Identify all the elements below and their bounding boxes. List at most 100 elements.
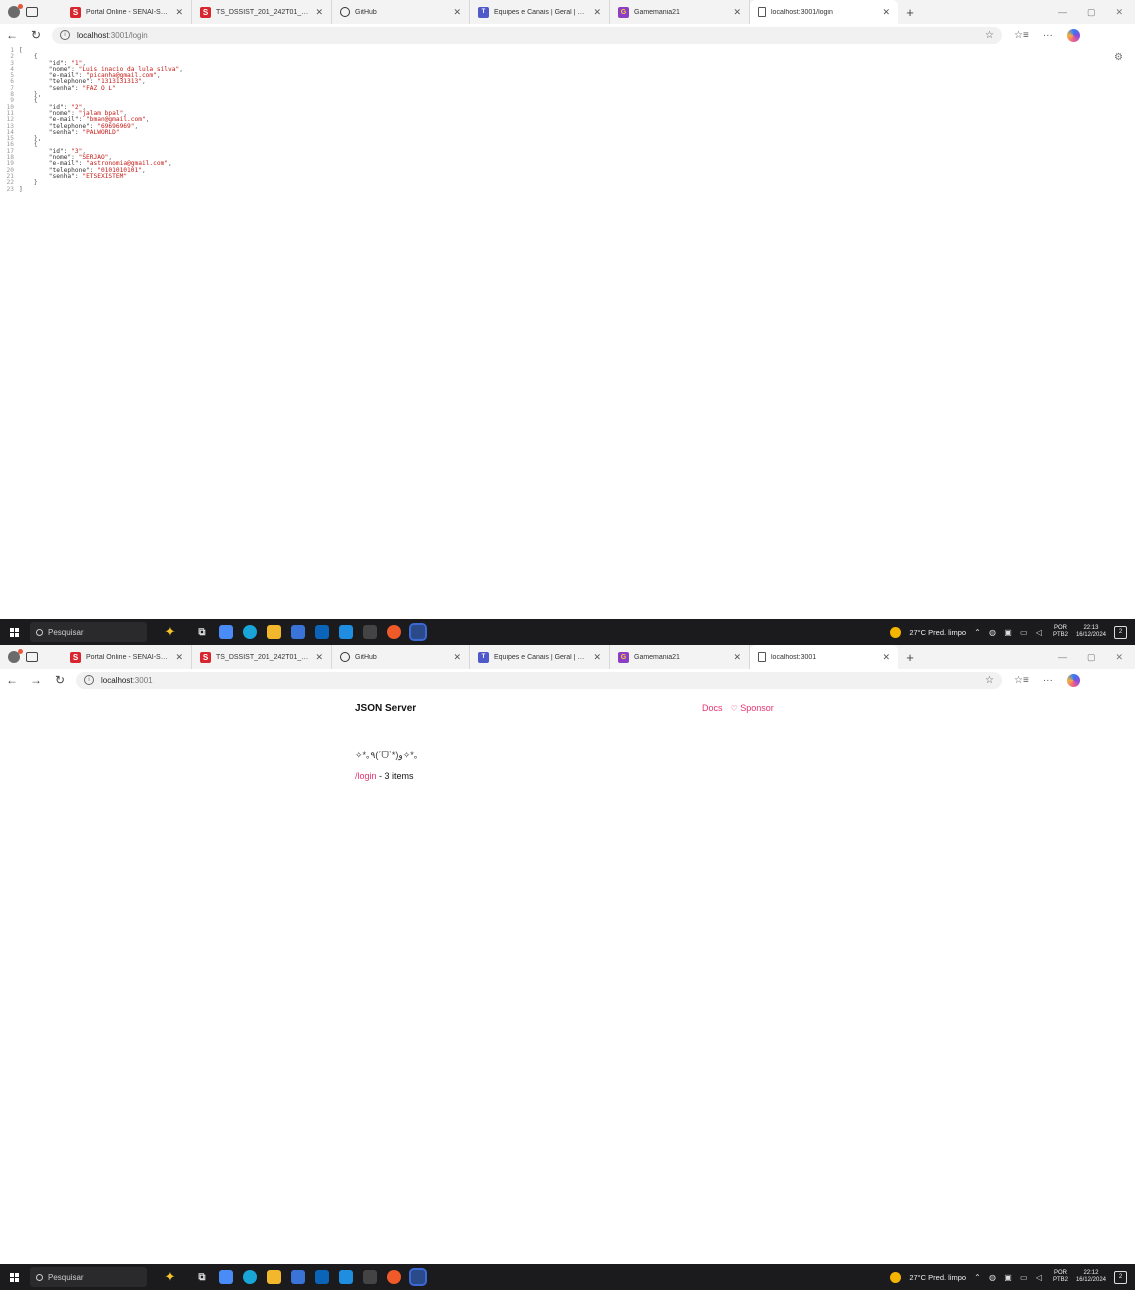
copilot-app-icon[interactable]	[219, 625, 233, 639]
copilot-sparkle-icon[interactable]: ✦	[155, 624, 185, 640]
favorites-icon[interactable]: ☆≡	[1014, 30, 1029, 41]
weather-text[interactable]: 27°C Pred. limpo	[909, 628, 966, 637]
tab-senai-home[interactable]: S Portal Online - SENAI-SP - Home ✕	[62, 645, 192, 669]
outlook-icon[interactable]	[315, 1270, 329, 1284]
notifications-icon[interactable]: 2	[1114, 625, 1127, 639]
close-tab-icon[interactable]: ✕	[733, 652, 741, 663]
weather-icon[interactable]	[890, 1271, 902, 1283]
tab-localhost-login[interactable]: localhost:3001/login ✕	[750, 0, 898, 24]
language-indicator[interactable]: POR PTB2	[1053, 625, 1068, 639]
postman-icon[interactable]	[387, 625, 401, 639]
settings-gear-icon[interactable]: ⚙	[1114, 52, 1123, 63]
restore-icon[interactable]: ▢	[1087, 7, 1096, 18]
active-app-icon[interactable]	[409, 1268, 427, 1286]
docs-link[interactable]: Docs	[702, 703, 723, 713]
favorite-star-icon[interactable]: ☆	[985, 30, 994, 41]
new-tab-button[interactable]: +	[898, 645, 922, 669]
lang-bottom: PTB2	[1052, 632, 1068, 638]
weather-icon[interactable]	[890, 626, 902, 638]
notifications-icon[interactable]: 2	[1114, 1270, 1127, 1284]
close-tab-icon[interactable]: ✕	[593, 7, 601, 18]
refresh-icon[interactable]: ↻	[48, 673, 72, 687]
forward-icon[interactable]: →	[24, 673, 48, 687]
taskbar-search[interactable]: Pesquisar	[30, 622, 147, 642]
task-view-icon[interactable]: ⧉	[195, 625, 209, 639]
postman-icon[interactable]	[387, 1270, 401, 1284]
copilot-sparkle-icon[interactable]: ✦	[155, 1269, 185, 1285]
copilot-icon[interactable]	[1066, 673, 1080, 687]
terminal-icon[interactable]	[363, 1270, 377, 1284]
windows-start-icon[interactable]	[10, 627, 19, 637]
back-icon[interactable]: ←	[0, 28, 24, 42]
store-icon[interactable]	[291, 625, 305, 639]
back-icon[interactable]: ←	[0, 673, 24, 687]
close-tab-icon[interactable]: ✕	[882, 7, 890, 18]
terminal-icon[interactable]	[363, 625, 377, 639]
sponsor-link[interactable]: ♡ Sponsor	[731, 703, 774, 713]
url-field[interactable]: i localhost:3001/login ☆	[52, 26, 1002, 44]
file-explorer-icon[interactable]	[267, 625, 281, 639]
tab-github[interactable]: GitHub ✕	[332, 0, 470, 24]
vscode-icon[interactable]	[339, 625, 353, 639]
new-tab-button[interactable]: +	[898, 0, 922, 24]
outlook-icon[interactable]	[315, 625, 329, 639]
login-resource-link[interactable]: /login	[355, 771, 377, 781]
restore-icon[interactable]: ▢	[1087, 652, 1096, 663]
close-tab-icon[interactable]: ✕	[733, 7, 741, 18]
profile-icon[interactable]	[8, 649, 23, 663]
minimize-icon[interactable]: —	[1058, 652, 1067, 663]
tab-teams[interactable]: T Equipes e Canais | Geral | Micros ✕	[470, 0, 610, 24]
vscode-icon[interactable]	[339, 1270, 353, 1284]
edge-icon[interactable]	[243, 625, 257, 639]
close-tab-icon[interactable]: ✕	[453, 652, 461, 663]
refresh-icon[interactable]: ↻	[24, 28, 48, 42]
tab-actions-icon[interactable]	[26, 652, 38, 662]
close-tab-icon[interactable]: ✕	[315, 7, 323, 18]
close-tab-icon[interactable]: ✕	[315, 652, 323, 663]
tab-iapis[interactable]: S TS_DSSIST_201_242T01_1_IAPIS: I ✕	[192, 645, 332, 669]
clock[interactable]: 22:12 16/12/2024	[1076, 1270, 1106, 1284]
close-tab-icon[interactable]: ✕	[175, 652, 183, 663]
active-app-icon[interactable]	[409, 623, 427, 641]
taskbar-search[interactable]: Pesquisar	[30, 1267, 147, 1287]
page-icon	[758, 652, 766, 662]
tab-github[interactable]: GitHub ✕	[332, 645, 470, 669]
edge-icon[interactable]	[243, 1270, 257, 1284]
favorites-icon[interactable]: ☆≡	[1014, 675, 1029, 686]
close-tab-icon[interactable]: ✕	[175, 7, 183, 18]
json-server-page: JSON Server Docs ♡ Sponsor ✧*｡٩(ˊᗜˋ*)و✧*…	[0, 691, 1135, 1264]
favorite-star-icon[interactable]: ☆	[985, 675, 994, 686]
more-menu-icon[interactable]: ···	[1043, 675, 1053, 686]
close-window-icon[interactable]: ✕	[1115, 652, 1123, 663]
teams-icon: T	[478, 651, 489, 663]
copilot-app-icon[interactable]	[219, 1270, 233, 1284]
tray-icons[interactable]: ⌃ ◍ ▣ ▭ ◁	[974, 628, 1045, 637]
store-icon[interactable]	[291, 1270, 305, 1284]
tab-localhost[interactable]: localhost:3001 ✕	[750, 645, 898, 669]
url-field[interactable]: i localhost:3001 ☆	[76, 671, 1002, 689]
tray-icons[interactable]: ⌃ ◍ ▣ ▭ ◁	[974, 1273, 1045, 1282]
site-info-icon[interactable]: i	[84, 675, 94, 685]
profile-icon[interactable]	[8, 4, 23, 18]
task-view-icon[interactable]: ⧉	[195, 1270, 209, 1284]
close-tab-icon[interactable]: ✕	[593, 652, 601, 663]
language-indicator[interactable]: POR PTB2	[1053, 1270, 1068, 1284]
window-controls: — ▢ ✕	[1046, 652, 1135, 663]
more-menu-icon[interactable]: ···	[1043, 30, 1053, 41]
close-window-icon[interactable]: ✕	[1115, 7, 1123, 18]
close-tab-icon[interactable]: ✕	[882, 652, 890, 663]
file-explorer-icon[interactable]	[267, 1270, 281, 1284]
site-info-icon[interactable]: i	[60, 30, 70, 40]
tab-teams[interactable]: T Equipes e Canais | Geral | Micros ✕	[470, 645, 610, 669]
clock[interactable]: 22:13 16/12/2024	[1076, 625, 1106, 639]
close-tab-icon[interactable]: ✕	[453, 7, 461, 18]
tab-actions-icon[interactable]	[26, 7, 38, 17]
weather-text[interactable]: 27°C Pred. limpo	[909, 1273, 966, 1282]
copilot-icon[interactable]	[1066, 28, 1080, 42]
windows-start-icon[interactable]	[10, 1272, 19, 1282]
tab-gamemania[interactable]: G Gamemania21 ✕	[610, 645, 750, 669]
minimize-icon[interactable]: —	[1058, 7, 1067, 18]
tab-gamemania[interactable]: G Gamemania21 ✕	[610, 0, 750, 24]
tab-iapis[interactable]: S TS_DSSIST_201_242T01_1_IAPIS: I ✕	[192, 0, 332, 24]
tab-senai-home[interactable]: S Portal Online - SENAI-SP - Home ✕	[62, 0, 192, 24]
